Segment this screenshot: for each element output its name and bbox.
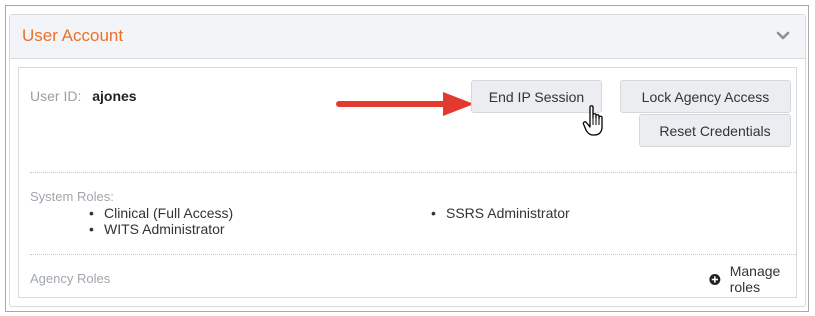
user-id-row: User ID: ajones <box>30 88 137 104</box>
panel-body: User ID: ajones End IP Session Lock Agen… <box>18 67 797 298</box>
system-role-item: Clinical (Full Access) <box>89 205 233 221</box>
panel-title: User Account <box>22 26 124 45</box>
manage-roles-label: Manage roles <box>729 263 781 295</box>
user-account-panel: User Account User ID: ajones End IP Sess… <box>9 14 806 307</box>
hand-pointer-cursor-icon <box>582 105 603 136</box>
red-arrow-annotation <box>336 92 474 116</box>
system-role-item: SSRS Administrator <box>431 205 570 221</box>
panel-header[interactable]: User Account <box>10 15 805 59</box>
system-roles-label: System Roles: <box>30 189 114 204</box>
divider <box>30 172 796 173</box>
divider <box>30 254 796 255</box>
manage-roles-link[interactable]: Manage roles <box>709 263 796 295</box>
chevron-down-icon[interactable] <box>776 31 790 41</box>
system-role-item: WITS Administrator <box>89 221 225 237</box>
user-id-label: User ID: <box>30 88 82 104</box>
plus-circle-icon <box>709 273 721 285</box>
lock-agency-access-button[interactable]: Lock Agency Access <box>620 80 791 113</box>
user-id-value: ajones <box>92 88 137 104</box>
agency-roles-label: Agency Roles <box>30 271 111 286</box>
reset-credentials-button[interactable]: Reset Credentials <box>639 114 791 147</box>
